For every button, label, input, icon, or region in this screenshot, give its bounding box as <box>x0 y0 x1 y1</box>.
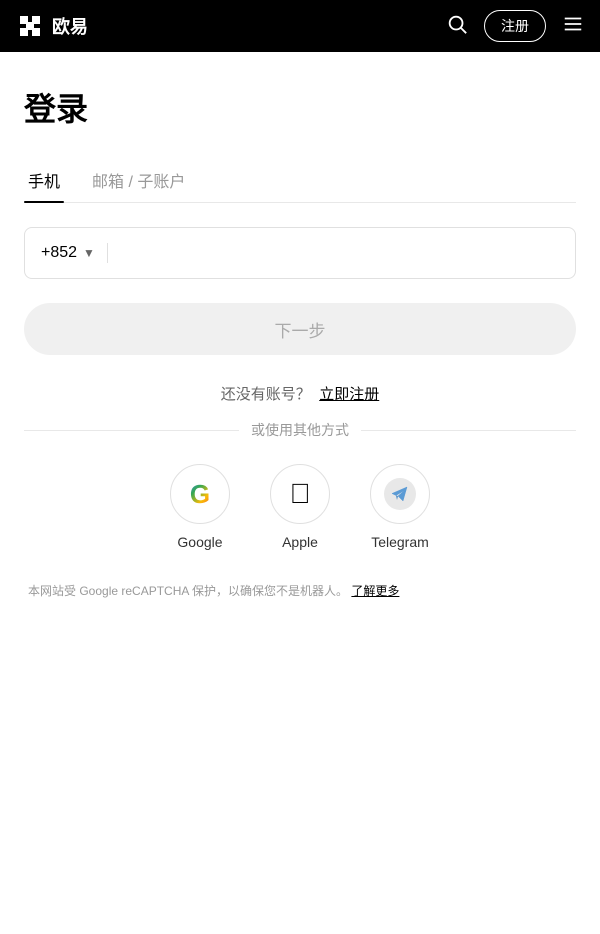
tab-phone[interactable]: 手机 <box>24 158 64 202</box>
social-login-row: G Google  Apple Telegram <box>24 464 576 550</box>
logo-text: 欧易 <box>52 13 88 39</box>
apple-icon-wrap:  <box>270 464 330 524</box>
google-icon: G <box>190 479 210 510</box>
phone-number-input[interactable] <box>120 244 559 262</box>
next-button[interactable]: 下一步 <box>24 303 576 355</box>
telegram-icon-wrap <box>370 464 430 524</box>
register-link[interactable]: 立即注册 <box>319 386 379 403</box>
apple-icon:  <box>290 480 311 508</box>
recaptcha-text: 本网站受 Google reCAPTCHA 保护，以确保您不是机器人。 <box>28 584 348 598</box>
divider-left <box>24 430 239 431</box>
phone-input-container: +852 ▼ <box>24 227 576 279</box>
country-code-selector[interactable]: +852 ▼ <box>41 244 95 262</box>
recaptcha-learn-more[interactable]: 了解更多 <box>351 584 399 598</box>
input-divider <box>107 243 108 263</box>
recaptcha-notice: 本网站受 Google reCAPTCHA 保护，以确保您不是机器人。 了解更多 <box>24 582 576 600</box>
telegram-login-button[interactable]: Telegram <box>370 464 430 550</box>
main-content: 登录 手机 邮箱 / 子账户 +852 ▼ 下一步 还没有账号？ 立即注册 或使… <box>0 52 600 640</box>
chevron-down-icon: ▼ <box>83 246 95 260</box>
apple-login-button[interactable]:  Apple <box>270 464 330 550</box>
register-section: 还没有账号？ 立即注册 <box>24 383 576 404</box>
menu-icon[interactable] <box>562 13 584 40</box>
page-title: 登录 <box>24 84 576 130</box>
apple-label: Apple <box>282 534 318 550</box>
google-icon-wrap: G <box>170 464 230 524</box>
register-button[interactable]: 注册 <box>484 10 546 42</box>
country-code-value: +852 <box>41 244 77 262</box>
header-right: 注册 <box>446 10 584 42</box>
or-divider: 或使用其他方式 <box>24 420 576 440</box>
google-login-button[interactable]: G Google <box>170 464 230 550</box>
no-account-text: 还没有账号？ <box>221 386 311 403</box>
header: 欧易 注册 <box>0 0 600 52</box>
divider-right <box>361 430 576 431</box>
search-icon[interactable] <box>446 13 468 40</box>
telegram-icon <box>384 478 416 510</box>
divider-text: 或使用其他方式 <box>251 420 349 440</box>
login-tabs: 手机 邮箱 / 子账户 <box>24 158 576 203</box>
telegram-label: Telegram <box>371 534 429 550</box>
logo: 欧易 <box>16 12 88 40</box>
tab-email[interactable]: 邮箱 / 子账户 <box>88 158 189 202</box>
google-label: Google <box>177 534 222 550</box>
